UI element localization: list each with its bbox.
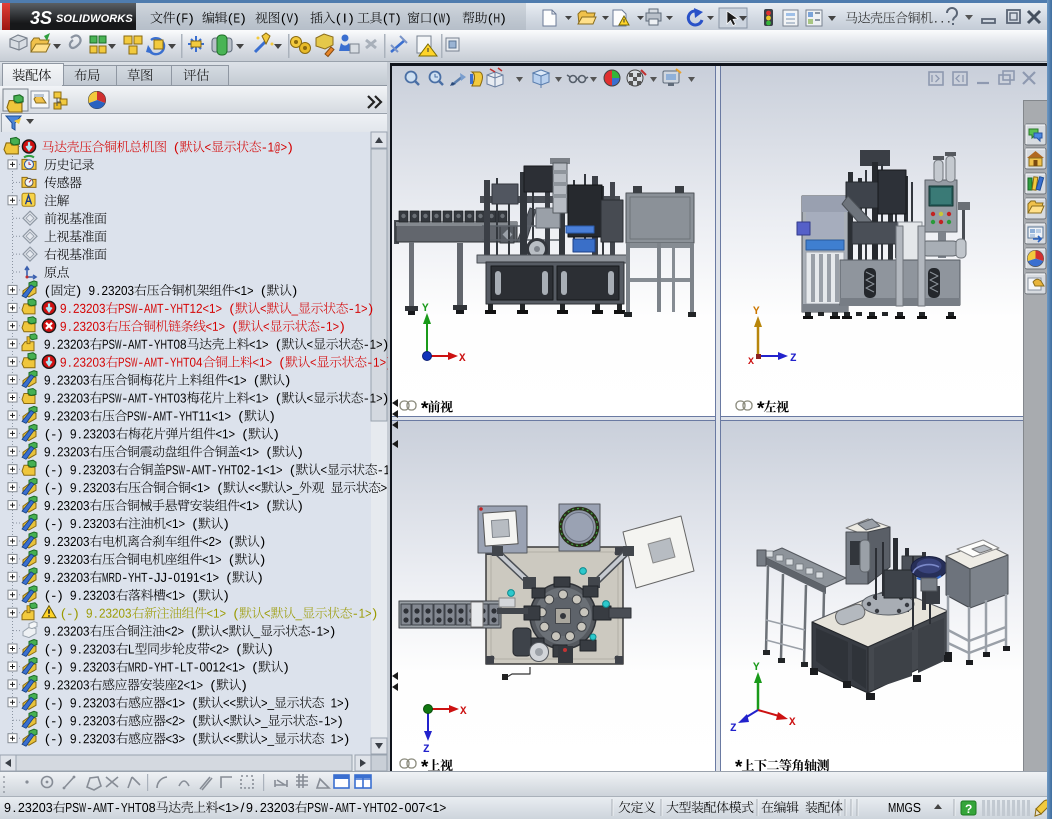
svg-text:X: X [459, 353, 466, 365]
svg-text:Y: Y [753, 306, 760, 318]
svg-text:Y: Y [753, 662, 760, 674]
svg-text:SOLIDWORKS: SOLIDWORKS [56, 13, 133, 25]
svg-text:Z: Z [790, 353, 797, 365]
svg-text:Z: Z [423, 744, 430, 756]
svg-text:?: ? [965, 802, 972, 816]
svg-text:Y: Y [422, 303, 429, 315]
svg-text:X: X [748, 357, 754, 368]
svg-text:X: X [789, 717, 796, 729]
svg-text:3S: 3S [30, 8, 52, 28]
svg-text:X: X [460, 706, 467, 718]
svg-text:Z: Z [730, 723, 737, 735]
